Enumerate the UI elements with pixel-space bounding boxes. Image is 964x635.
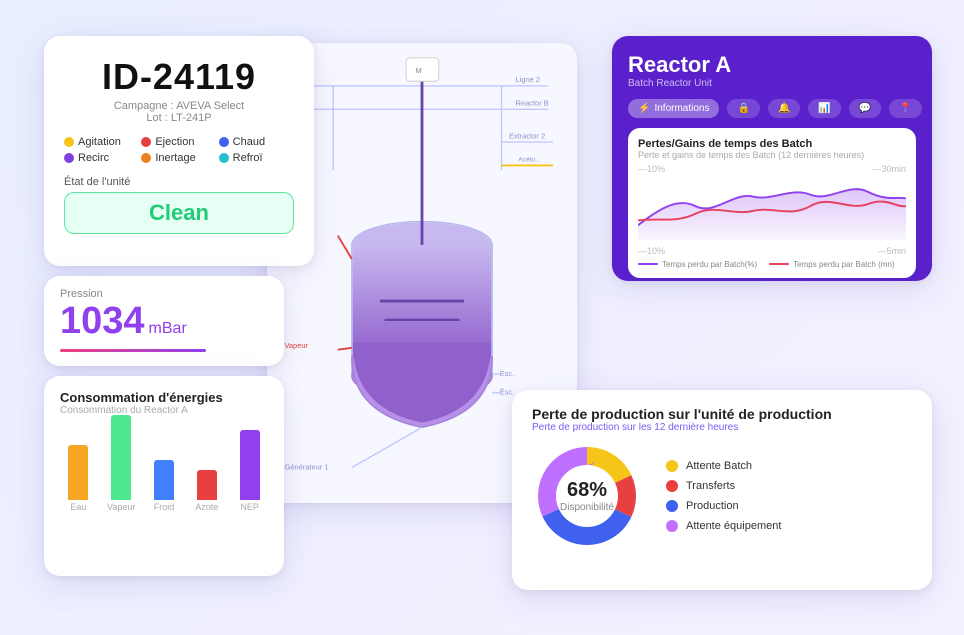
reactor-a-title: Reactor A bbox=[628, 52, 916, 78]
bar-vapeur bbox=[111, 415, 131, 500]
donut-label: Disponibilité bbox=[560, 502, 614, 513]
legend-production: Production bbox=[666, 500, 781, 512]
legend-dot-blue bbox=[666, 500, 678, 512]
tag-dot-recirc bbox=[64, 153, 74, 163]
svg-text:Ésc.: Ésc. bbox=[500, 387, 515, 396]
bar-group-vapeur: Vapeur bbox=[103, 415, 140, 512]
tag-chaud: Chaud bbox=[219, 136, 294, 148]
tag-inertage: Inertage bbox=[141, 152, 216, 164]
bar-group-froid: Froid bbox=[146, 460, 183, 512]
svg-text:Ésc.: Ésc. bbox=[500, 368, 515, 377]
y-label-right-top: —30min bbox=[872, 164, 906, 174]
lock-icon: 🔒 bbox=[737, 103, 749, 114]
bar-azote bbox=[197, 470, 217, 500]
production-card: Perte de production sur l'unité de produ… bbox=[512, 390, 932, 590]
chat-icon: 💬 bbox=[859, 103, 871, 114]
pressure-label: Pression bbox=[60, 288, 268, 300]
prod-body: 68% Disponibilité Attente Batch Transfer… bbox=[532, 441, 912, 551]
tag-ejection: Ejection bbox=[141, 136, 216, 148]
bar-group-nep: NEP bbox=[231, 430, 268, 512]
legend-line-purple bbox=[638, 263, 658, 265]
legend-dot-purple bbox=[666, 520, 678, 532]
location-icon: 📍 bbox=[899, 103, 911, 114]
legend-mn: Temps perdu par Batch (mn) bbox=[769, 260, 894, 269]
batch-chart-card: Pertes/Gains de temps des Batch Perte et… bbox=[628, 128, 916, 278]
id-card: ID-24119 Campagne : AVEVA Select Lot : L… bbox=[44, 36, 314, 266]
reactor-a-subtitle: Batch Reactor Unit bbox=[628, 78, 916, 89]
y-label-left-bot: —10% bbox=[638, 246, 665, 256]
tag-refroi: Refroï bbox=[219, 152, 294, 164]
bar-group-azote: Azote bbox=[188, 470, 225, 512]
chart-legend: Temps perdu par Batch(%) Temps perdu par… bbox=[638, 260, 906, 269]
info-icon: ⚡ bbox=[638, 103, 650, 114]
unit-state-badge: Clean bbox=[64, 192, 294, 234]
tag-list: Agitation Ejection Chaud Recirc Inertage… bbox=[64, 136, 294, 164]
donut-chart: 68% Disponibilité bbox=[532, 441, 642, 551]
production-legend: Attente Batch Transferts Production Atte… bbox=[666, 460, 781, 532]
tab-lock[interactable]: 🔒 bbox=[727, 99, 759, 118]
tab-chat[interactable]: 💬 bbox=[849, 99, 881, 118]
legend-attente-equipement: Attente équipement bbox=[666, 520, 781, 532]
legend-dot-yellow bbox=[666, 460, 678, 472]
pressure-bar bbox=[60, 349, 206, 352]
chart-y-labels: —10% —30min bbox=[638, 164, 906, 174]
tag-dot-ejection bbox=[141, 137, 151, 147]
legend-pct: Temps perdu par Batch(%) bbox=[638, 260, 757, 269]
legend-dot-red bbox=[666, 480, 678, 492]
svg-text:Extractor 2: Extractor 2 bbox=[509, 131, 545, 140]
tag-recirc: Recirc bbox=[64, 152, 139, 164]
pressure-card: Pression 1034 mBar bbox=[44, 276, 284, 366]
svg-text:M: M bbox=[415, 65, 421, 74]
tag-dot-agitation bbox=[64, 137, 74, 147]
legend-line-red bbox=[769, 263, 789, 265]
prod-sub: Perte de production sur les 12 dernière … bbox=[532, 422, 912, 433]
donut-pct: 68% bbox=[560, 479, 614, 502]
energy-subtitle: Consommation du Reactor A bbox=[60, 405, 268, 416]
tab-location[interactable]: 📍 bbox=[889, 99, 921, 118]
tab-bell[interactable]: 🔔 bbox=[768, 99, 800, 118]
legend-transferts: Transferts bbox=[666, 480, 781, 492]
pressure-unit: mBar bbox=[149, 320, 187, 338]
reactor-a-tabs: ⚡ Informations 🔒 🔔 📊 💬 📍 bbox=[628, 99, 916, 118]
id-title: ID-24119 bbox=[64, 56, 294, 98]
tag-agitation: Agitation bbox=[64, 136, 139, 148]
svg-text:Acéto...: Acéto... bbox=[518, 156, 540, 163]
svg-text:Reactor B: Reactor B bbox=[516, 98, 549, 107]
y-label-right-bot: —5min bbox=[877, 246, 906, 256]
reactor-a-card: Reactor A Batch Reactor Unit ⚡ Informati… bbox=[612, 36, 932, 281]
tab-informations[interactable]: ⚡ Informations bbox=[628, 99, 719, 118]
bar-group-eau: Eau bbox=[60, 445, 97, 512]
tag-dot-inertage bbox=[141, 153, 151, 163]
tag-dot-chaud bbox=[219, 137, 229, 147]
tab-chart[interactable]: 📊 bbox=[808, 99, 840, 118]
y-label-left-top: —10% bbox=[638, 164, 665, 174]
legend-attente-batch: Attente Batch bbox=[666, 460, 781, 472]
bar-eau bbox=[68, 445, 88, 500]
main-scene: ID-24119 Campagne : AVEVA Select Lot : L… bbox=[22, 18, 942, 618]
chart-y-labels-bottom: —10% —5min bbox=[638, 246, 906, 256]
svg-text:Ligne 2: Ligne 2 bbox=[516, 75, 541, 84]
campaign-label: Campagne : AVEVA Select bbox=[64, 100, 294, 112]
tag-dot-refroi bbox=[219, 153, 229, 163]
lot-label: Lot : LT-241P bbox=[64, 112, 294, 124]
svg-text:Générateur 1: Générateur 1 bbox=[284, 462, 328, 471]
batch-chart-sub: Perte et gains de temps des Batch (12 de… bbox=[638, 150, 906, 160]
unit-state-label: État de l'unité bbox=[64, 176, 294, 188]
bell-icon: 🔔 bbox=[778, 103, 790, 114]
chart-icon: 📊 bbox=[818, 103, 830, 114]
bar-nep bbox=[240, 430, 260, 500]
bar-chart: Eau Vapeur Froid Azote NEP bbox=[60, 430, 268, 530]
pressure-value: 1034 mBar bbox=[60, 300, 268, 343]
donut-center: 68% Disponibilité bbox=[560, 479, 614, 513]
bar-froid bbox=[154, 460, 174, 500]
energy-title: Consommation d'énergies bbox=[60, 390, 268, 405]
svg-text:Vapeur: Vapeur bbox=[284, 340, 308, 349]
prod-title: Perte de production sur l'unité de produ… bbox=[532, 406, 912, 422]
energy-card: Consommation d'énergies Consommation du … bbox=[44, 376, 284, 576]
batch-chart-svg bbox=[638, 176, 906, 241]
batch-chart-title: Pertes/Gains de temps des Batch bbox=[638, 138, 906, 150]
